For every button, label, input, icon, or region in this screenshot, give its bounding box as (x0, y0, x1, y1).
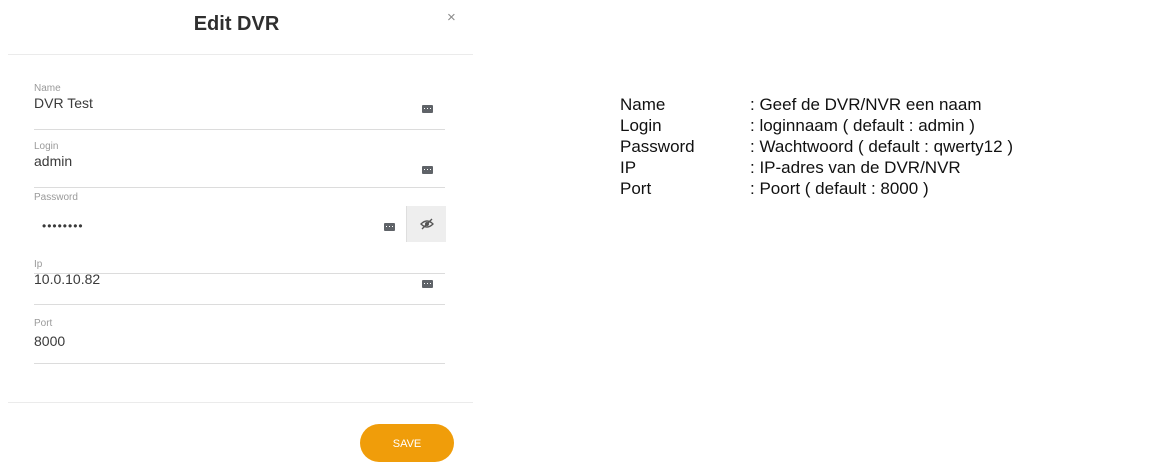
info-value: : loginnaam ( default : admin ) (750, 116, 975, 135)
header-divider (8, 54, 473, 55)
password-visibility-toggle[interactable] (406, 206, 446, 242)
login-field: Login admin (34, 141, 445, 189)
more-dots-icon[interactable] (422, 105, 433, 113)
info-key: Password (620, 137, 695, 156)
more-dots-icon[interactable] (422, 280, 433, 288)
edit-dvr-dialog: Edit DVR × Name DVR Test Login admin Pas… (0, 0, 473, 463)
save-button[interactable]: SAVE (360, 424, 454, 462)
close-icon[interactable]: × (447, 8, 456, 28)
password-label: Password (34, 192, 78, 203)
ip-label: Ip (34, 259, 43, 270)
name-input[interactable]: DVR Test (34, 95, 93, 111)
info-value: : Wachtwoord ( default : qwerty12 ) (750, 137, 1013, 156)
info-value: : Geef de DVR/NVR een naam (750, 95, 982, 114)
more-dots-icon[interactable] (384, 223, 395, 231)
footer-divider (8, 402, 473, 403)
more-dots-icon[interactable] (422, 166, 433, 174)
dialog-title: Edit DVR (193, 13, 280, 35)
info-value: : Poort ( default : 8000 ) (750, 179, 929, 198)
info-key: Name (620, 95, 666, 114)
password-input[interactable]: •••••••• (42, 219, 84, 233)
name-label: Name (34, 83, 61, 94)
login-underline (34, 187, 445, 188)
port-field: Port 8000 (34, 318, 445, 366)
ip-input[interactable]: 10.0.10.82 (34, 271, 100, 287)
name-underline (34, 129, 445, 130)
name-field: Name DVR Test (34, 83, 445, 131)
port-input[interactable]: 8000 (34, 333, 65, 349)
info-key: IP (620, 158, 637, 177)
info-value: : IP-adres van de DVR/NVR (750, 158, 961, 177)
info-key: Login (620, 116, 662, 135)
info-key: Port (620, 179, 652, 198)
login-label: Login (34, 141, 59, 152)
ip-field: Ip 10.0.10.82 (34, 259, 445, 307)
port-underline (34, 363, 445, 364)
page: Edit DVR × Name DVR Test Login admin Pas… (0, 0, 1173, 463)
login-input[interactable]: admin (34, 153, 72, 169)
eye-slash-icon (420, 218, 434, 230)
ip-underline (34, 304, 445, 305)
port-label: Port (34, 318, 53, 329)
